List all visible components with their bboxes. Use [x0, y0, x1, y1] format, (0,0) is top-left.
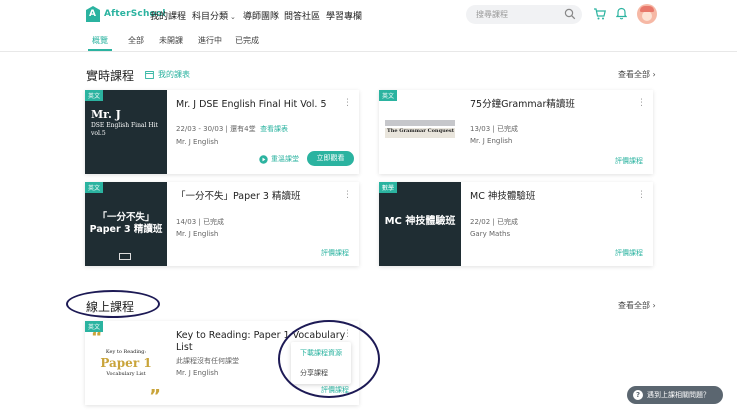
rate-course-link[interactable]: 評價課程 — [615, 248, 643, 258]
chevron-down-icon: ⌄ — [230, 13, 236, 21]
course-meta: 13/03 | 已完成 — [470, 125, 518, 133]
online-see-all-link[interactable]: 查看全部 › — [618, 300, 656, 311]
brand-tag-icon — [119, 253, 131, 260]
help-label: 遇到上課相關問題？ — [647, 391, 710, 399]
play-circle-icon — [259, 154, 268, 164]
view-schedule-link[interactable]: 查看課表 — [260, 125, 288, 133]
search-input[interactable]: 搜尋課程 — [466, 5, 582, 24]
course-thumbnail: 數學 MC 神技體驗班 — [379, 182, 461, 266]
tab-in-progress[interactable]: 進行中 — [198, 35, 222, 46]
calendar-icon — [145, 71, 154, 79]
thumbnail-title: 「一分不失」Paper 3 精讀班 — [89, 212, 163, 235]
course-thumbnail: 英文 Mr. J DSE English Final Hit vol.5 — [85, 90, 167, 174]
tab-not-started[interactable]: 未開課 — [159, 35, 183, 46]
thumbnail-title: Paper 1 — [100, 356, 152, 370]
annotation-circle — [66, 290, 160, 318]
course-teacher: Mr. J English — [470, 137, 513, 145]
replay-label: 重溫課堂 — [271, 155, 299, 163]
nav-my-courses[interactable]: 我的課程 — [150, 9, 186, 22]
course-thumbnail: 英文 「一分不失」Paper 3 精讀班 — [85, 182, 167, 266]
live-see-all-link[interactable]: 查看全部 › — [618, 69, 656, 80]
thumbnail-line: Vocabulary List — [106, 371, 146, 377]
live-course-card[interactable]: 英文 「一分不失」Paper 3 精讀班 「一分不失」Paper 3 精讀班 ⋮… — [85, 182, 359, 266]
course-teacher: Mr. J English — [176, 369, 219, 377]
thumbnail-band — [385, 120, 455, 126]
course-title[interactable]: 75分鐘Grammar精讀班 — [470, 99, 630, 111]
course-status: 已完成 — [203, 218, 224, 226]
course-title[interactable]: Mr. J DSE English Final Hit Vol. 5 — [176, 99, 336, 111]
question-icon: ? — [633, 390, 643, 400]
avatar[interactable] — [637, 4, 657, 24]
subject-badge: 英文 — [85, 182, 104, 193]
course-meta: 14/03 | 已完成 — [176, 218, 224, 226]
logo-icon — [86, 6, 100, 22]
course-dates: 22/03 - 30/03 — [176, 125, 224, 133]
top-nav: AfterSchool 我的課程 科目分類⌄ 導師團隊 問答社區 學習專欄 搜尋… — [0, 0, 737, 30]
rate-course-link[interactable]: 評價課程 — [615, 156, 643, 166]
cart-icon[interactable] — [593, 8, 606, 20]
thumbnail-subtitle: DSE English Final Hit vol.5 — [91, 122, 158, 137]
live-course-card[interactable]: 英文 The Grammar Conquest 75分鐘Grammar精讀班 ⋮… — [379, 90, 653, 174]
course-dates: 13/03 — [470, 125, 491, 133]
course-teacher: Gary Maths — [470, 230, 511, 238]
nav-learning-blog[interactable]: 學習專欄 — [326, 9, 362, 22]
chevron-right-icon: › — [652, 70, 656, 79]
course-status: 已完成 — [497, 218, 518, 226]
nav-subjects[interactable]: 科目分類 ⌄ — [192, 9, 236, 22]
more-options-icon[interactable]: ⋮ — [343, 98, 352, 108]
bell-icon[interactable] — [616, 7, 627, 20]
course-status: 還有4堂 — [230, 125, 256, 133]
search-placeholder: 搜尋課程 — [476, 10, 508, 19]
live-see-all-label: 查看全部 — [618, 70, 650, 79]
more-options-icon[interactable]: ⋮ — [343, 190, 352, 200]
subject-badge: 英文 — [85, 90, 104, 101]
search-icon[interactable] — [564, 8, 576, 20]
more-options-icon[interactable]: ⋮ — [637, 98, 646, 108]
thumbnail-line: Key to Reading: — [105, 349, 147, 355]
online-see-all-label: 查看全部 — [618, 301, 650, 310]
tab-overview[interactable]: 概覽 — [92, 35, 108, 46]
course-title[interactable]: 「一分不失」Paper 3 精讀班 — [176, 191, 336, 203]
course-meta: 22/03 - 30/03 | 還有4堂 查看課表 — [176, 125, 289, 133]
quote-icon: ” — [149, 386, 161, 405]
course-status: 此課程沒有任何課堂 — [176, 357, 239, 365]
active-tab-indicator — [88, 49, 112, 51]
subject-badge: 英文 — [85, 321, 104, 332]
watch-now-button[interactable]: 立即觀看 — [307, 151, 354, 166]
live-section-title: 實時課程 — [86, 69, 135, 83]
course-meta: 22/02 | 已完成 — [470, 218, 518, 226]
subject-badge: 數學 — [379, 182, 398, 193]
tab-all[interactable]: 全部 — [128, 35, 144, 46]
tab-completed[interactable]: 已完成 — [235, 35, 259, 46]
thumbnail-title: The Grammar Conquest — [387, 128, 455, 134]
help-button[interactable]: ? 遇到上課相關問題？ — [627, 386, 723, 404]
my-schedule-link[interactable]: 我的課表 — [145, 69, 190, 80]
course-dates: 22/02 — [470, 218, 491, 226]
thumbnail-title: Mr. J — [91, 108, 121, 121]
nav-subjects-label: 科目分類 — [192, 12, 229, 22]
thumbnail-title: MC 神技體驗班 — [384, 216, 456, 227]
course-teacher: Mr. J English — [176, 230, 219, 238]
nav-qa[interactable]: 問答社區 — [284, 9, 320, 22]
annotation-circle — [278, 320, 380, 398]
course-status: 已完成 — [497, 125, 518, 133]
course-dates: 14/03 — [176, 218, 197, 226]
course-thumbnail: 英文 “ Key to Reading: Paper 1 Vocabulary … — [85, 321, 167, 405]
chevron-right-icon: › — [652, 301, 656, 310]
subject-badge: 英文 — [379, 90, 398, 101]
nav-tutors[interactable]: 導師團隊 — [243, 9, 279, 22]
more-options-icon[interactable]: ⋮ — [637, 190, 646, 200]
course-teacher: Mr. J English — [176, 138, 219, 146]
course-title[interactable]: MC 神技體驗班 — [470, 191, 630, 203]
course-thumbnail: 英文 The Grammar Conquest — [379, 90, 461, 174]
rate-course-link[interactable]: 評價課程 — [321, 248, 349, 258]
replay-class-button[interactable]: 重溫課堂 — [259, 154, 299, 164]
my-schedule-label: 我的課表 — [158, 70, 190, 79]
live-course-card[interactable]: 數學 MC 神技體驗班 MC 神技體驗班 ⋮ 22/02 | 已完成 Gary … — [379, 182, 653, 266]
